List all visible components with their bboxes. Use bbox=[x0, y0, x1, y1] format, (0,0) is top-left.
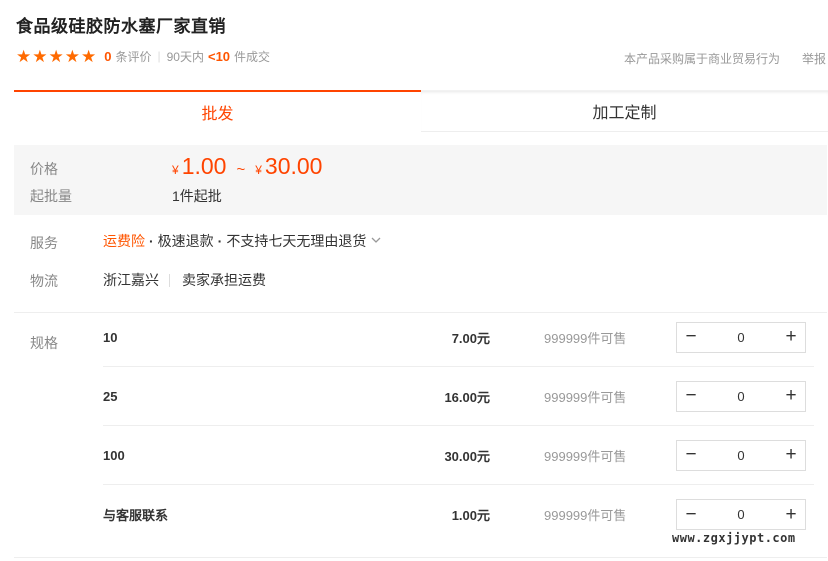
star-icon: ★ bbox=[16, 46, 32, 66]
star-icon: ★ bbox=[81, 46, 97, 66]
spec-price: 30.00元 bbox=[444, 448, 490, 464]
price-range: ¥ 1.00 ~ ¥ 30.00 bbox=[172, 153, 322, 180]
deal-label: 件成交 bbox=[234, 49, 271, 64]
logistics-info: 浙江嘉兴 卖家承担运费 bbox=[103, 270, 266, 290]
increase-button[interactable]: + bbox=[777, 382, 805, 411]
divider bbox=[169, 273, 170, 287]
spec-price: 1.00元 bbox=[451, 508, 490, 523]
period-label: 90天内 bbox=[166, 49, 204, 64]
currency-symbol: ¥ bbox=[255, 163, 262, 177]
spec-name: 10 bbox=[103, 329, 118, 345]
quantity-input[interactable]: 0 bbox=[705, 507, 777, 522]
shipping-fee-note: 卖家承担运费 bbox=[182, 272, 266, 288]
moq-value: 1件起批 bbox=[172, 188, 222, 204]
no-return-policy: 不支持七天无理由退货 bbox=[226, 233, 367, 249]
spec-name: 25 bbox=[103, 388, 118, 404]
table-row: 100 30.00元 999999件可售 − 0 + bbox=[103, 426, 814, 485]
price-max: 30.00 bbox=[264, 153, 323, 179]
divider: | bbox=[157, 49, 161, 63]
quantity-stepper: − 0 + bbox=[676, 380, 806, 412]
price-separator: ~ bbox=[236, 161, 246, 178]
decrease-button[interactable]: − bbox=[677, 441, 705, 470]
product-title: 食品级硅胶防水塞厂家直销 bbox=[16, 17, 226, 36]
star-rating: ★ ★ ★ ★ ★ bbox=[16, 48, 96, 65]
quantity-input[interactable]: 0 bbox=[705, 448, 777, 463]
star-icon: ★ bbox=[64, 46, 80, 66]
star-icon: ★ bbox=[48, 46, 64, 66]
deal-count: <10 bbox=[207, 48, 231, 64]
decrease-button[interactable]: − bbox=[677, 382, 705, 411]
spec-label: 规格 bbox=[30, 335, 58, 351]
currency-symbol: ¥ bbox=[172, 163, 179, 177]
table-row: 10 7.00元 999999件可售 − 0 + bbox=[103, 308, 814, 367]
quantity-stepper: − 0 + bbox=[676, 499, 806, 530]
quantity-input[interactable]: 0 bbox=[705, 330, 777, 345]
rating-row: ★ ★ ★ ★ ★ 0 条评价 | 90天内 <10 件成交 bbox=[16, 46, 270, 66]
quantity-stepper: − 0 + bbox=[676, 321, 806, 353]
review-label[interactable]: 条评价 bbox=[115, 48, 151, 65]
spec-price: 16.00元 bbox=[444, 389, 490, 405]
review-count[interactable]: 0 bbox=[104, 49, 111, 64]
spec-name: 与客服联系 bbox=[103, 508, 169, 523]
price-min: 1.00 bbox=[181, 153, 227, 179]
increase-button[interactable]: + bbox=[777, 441, 805, 470]
tab-wholesale[interactable]: 批发 bbox=[14, 90, 421, 132]
spec-price: 7.00元 bbox=[451, 330, 490, 346]
quantity-stepper: − 0 + bbox=[676, 439, 806, 471]
moq-label: 起批量 bbox=[30, 188, 72, 204]
spec-stock: 999999件可售 bbox=[544, 330, 627, 346]
chevron-down-icon[interactable] bbox=[371, 236, 381, 247]
watermark: www.zgxjjypt.com bbox=[672, 531, 796, 545]
freight-insurance[interactable]: 运费险 bbox=[103, 231, 145, 251]
shipping-origin: 浙江嘉兴 bbox=[103, 272, 159, 288]
quantity-input[interactable]: 0 bbox=[705, 389, 777, 404]
spec-stock: 999999件可售 bbox=[544, 389, 627, 405]
report-link[interactable]: 举报 bbox=[802, 50, 826, 67]
purchase-tabs: 批发 加工定制 bbox=[14, 90, 828, 132]
service-list[interactable]: 运费险 · 极速退款 · 不支持七天无理由退货 bbox=[103, 231, 381, 251]
bullet: · bbox=[217, 233, 223, 249]
star-icon: ★ bbox=[32, 46, 48, 66]
logistics-label: 物流 bbox=[30, 273, 58, 289]
spec-stock: 999999件可售 bbox=[544, 508, 627, 523]
fast-refund: 极速退款 bbox=[157, 233, 214, 249]
spec-stock: 999999件可售 bbox=[544, 448, 627, 464]
increase-button[interactable]: + bbox=[777, 323, 805, 352]
decrease-button[interactable]: − bbox=[677, 500, 705, 529]
bullet: · bbox=[149, 233, 154, 249]
business-note: 本产品采购属于商业贸易行为 bbox=[624, 52, 781, 66]
tab-custom-processing[interactable]: 加工定制 bbox=[421, 90, 828, 132]
table-row: 25 16.00元 999999件可售 − 0 + bbox=[103, 367, 814, 426]
price-panel: 价格 ¥ 1.00 ~ ¥ 30.00 起批量 1件起批 bbox=[14, 145, 827, 215]
price-label: 价格 bbox=[30, 161, 58, 177]
increase-button[interactable]: + bbox=[777, 500, 805, 529]
service-label: 服务 bbox=[30, 235, 58, 251]
spec-name: 100 bbox=[103, 447, 125, 463]
section-divider bbox=[14, 557, 827, 558]
decrease-button[interactable]: − bbox=[677, 323, 705, 352]
